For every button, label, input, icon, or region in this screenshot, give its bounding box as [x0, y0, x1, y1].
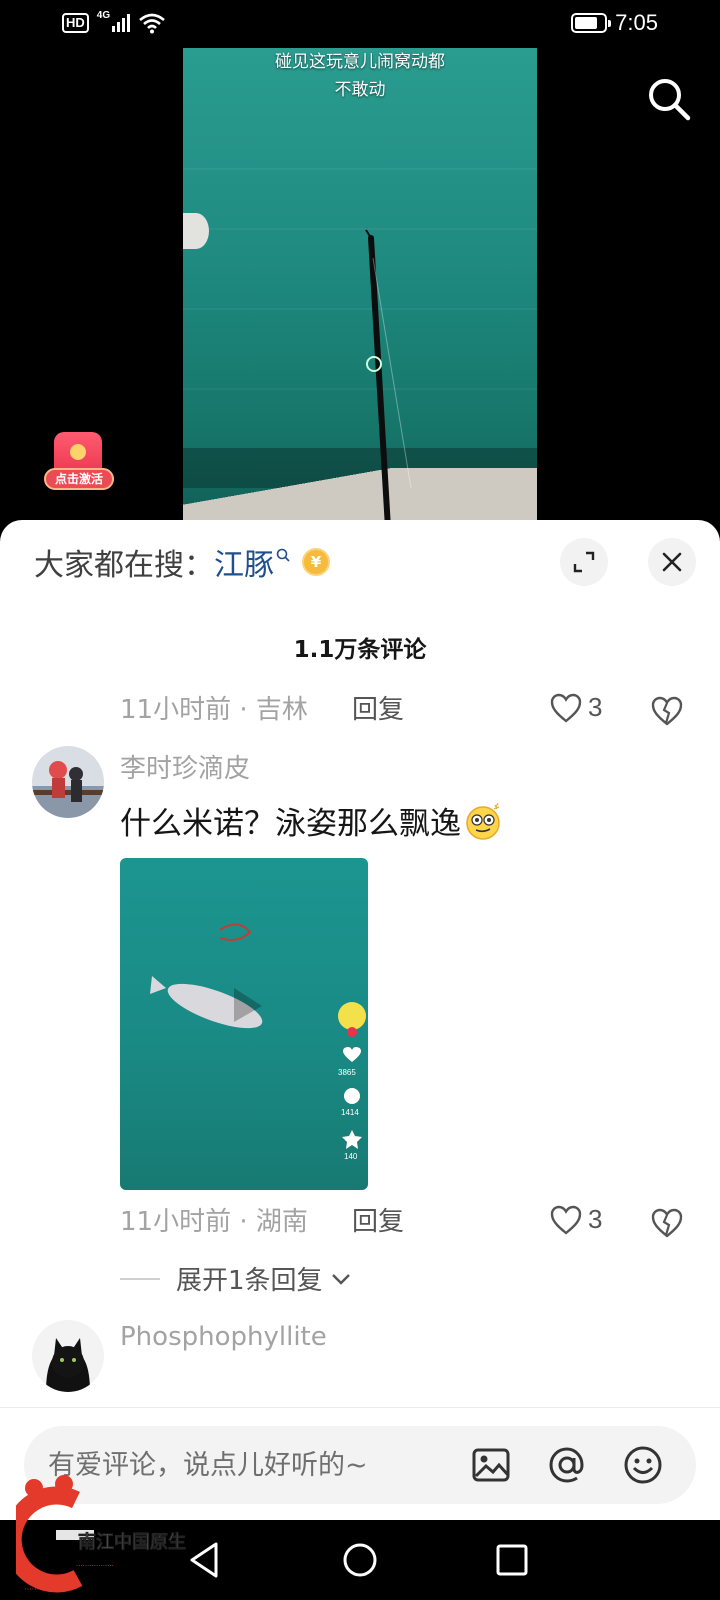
recents-icon[interactable] [490, 1538, 534, 1582]
comment-meta: 11小时前 · 湖南 回复 3 [120, 1202, 700, 1242]
fishing-rod [365, 229, 412, 528]
search-icon[interactable] [646, 76, 692, 122]
comment-sheet: 大家都在搜： 江豚 ¥ 1.1万条评论 11小时前 · 吉林 回复 3 李时珍滴… [0, 520, 720, 1520]
expand-icon [573, 551, 595, 573]
like-button[interactable]: 3 [550, 1204, 602, 1235]
svg-text:·················: ················· [76, 1562, 114, 1570]
comment-image[interactable]: 3865 1414 140 [120, 858, 368, 1190]
expand-replies-button[interactable]: 展开1条回复 [120, 1260, 353, 1297]
status-bar: HD 4G 7:05 [0, 0, 720, 48]
expand-button[interactable] [560, 538, 608, 586]
cat-avatar-image [32, 1320, 104, 1392]
battery-icon [571, 13, 612, 33]
close-button[interactable] [648, 538, 696, 586]
comment-meta: 11小时前 · 吉林 回复 3 [120, 690, 700, 730]
avatar-image [32, 746, 104, 818]
subtitle-line: 不敢动 [334, 80, 386, 100]
home-icon[interactable] [338, 1538, 382, 1582]
video-frame[interactable]: 碰见这玩意儿闹窝动都 不敢动 [183, 48, 537, 528]
dolphin-photo [150, 923, 366, 1149]
watermark-image: 南江中国原生 ················· ·············· [3, 1475, 186, 1594]
reply-button[interactable]: 回复 [352, 1202, 404, 1242]
mini-search-icon [276, 548, 290, 562]
trending-search[interactable]: 大家都在搜： 江豚 ¥ [34, 540, 330, 584]
coin-icon: ¥ [302, 548, 330, 576]
expand-replies-label: 展开1条回复 [176, 1266, 323, 1296]
subtitle-line: 碰见这玩意儿闹窝动都 [275, 52, 445, 72]
network-type: 4G [96, 9, 111, 21]
thumb-favorite-count: 140 [344, 1152, 358, 1161]
dizzy-face-emoji-icon [466, 802, 500, 840]
video-subtitle: 碰见这玩意儿闹窝动都 不敢动 [183, 48, 537, 104]
heart-icon [550, 1205, 582, 1235]
comment-text: 什么米诺？泳姿那么飘逸 [120, 798, 503, 843]
comment-time-location: 11小时前 · 吉林 [120, 695, 308, 725]
back-icon[interactable] [182, 1538, 226, 1582]
hd-indicator: HD [62, 13, 89, 33]
like-count: 3 [588, 692, 603, 722]
chevron-down-icon [331, 1273, 350, 1285]
avatar[interactable] [32, 746, 104, 818]
red-packet-label: 点击激活 [44, 468, 114, 490]
like-button[interactable]: 3 [550, 692, 602, 723]
image-icon[interactable] [470, 1444, 512, 1486]
comment-username[interactable]: 李时珍滴皮 [120, 748, 250, 785]
avatar[interactable] [32, 1320, 104, 1392]
broken-heart-icon[interactable] [650, 694, 684, 728]
divider [120, 1277, 160, 1280]
watermark-logo: 南江中国原生 ················· ·············· [3, 1470, 186, 1600]
watermark-text: 南江中国原生 [78, 1531, 186, 1553]
emoji-icon[interactable] [622, 1444, 664, 1486]
at-icon[interactable] [546, 1444, 588, 1486]
heart-icon [550, 693, 582, 723]
thumb-comment-count: 1414 [341, 1108, 359, 1117]
comment-body: 什么米诺？泳姿那么飘逸 [120, 806, 461, 842]
broken-heart-icon[interactable] [650, 1206, 684, 1240]
trending-label: 大家都在搜： [34, 548, 214, 583]
trending-term[interactable]: 江豚 [214, 540, 274, 584]
comment-username[interactable]: Phosphophyllite [120, 1322, 327, 1352]
signal-icon [112, 14, 131, 32]
thumb-like-count: 3865 [338, 1068, 356, 1077]
wifi-icon [139, 13, 165, 34]
video-player[interactable]: 碰见这玩意儿闹窝动都 不敢动 点击激活 [0, 48, 720, 528]
reply-button[interactable]: 回复 [352, 690, 404, 730]
svg-text:··············: ·············· [24, 1585, 60, 1594]
clock: 7:05 [615, 10, 658, 35]
close-icon [662, 552, 682, 572]
comment-time-location: 11小时前 · 湖南 [120, 1207, 308, 1237]
comment-count: 1.1万条评论 [293, 637, 427, 663]
red-packet-button[interactable]: 点击激活 [44, 432, 114, 502]
like-count: 3 [588, 1204, 603, 1234]
